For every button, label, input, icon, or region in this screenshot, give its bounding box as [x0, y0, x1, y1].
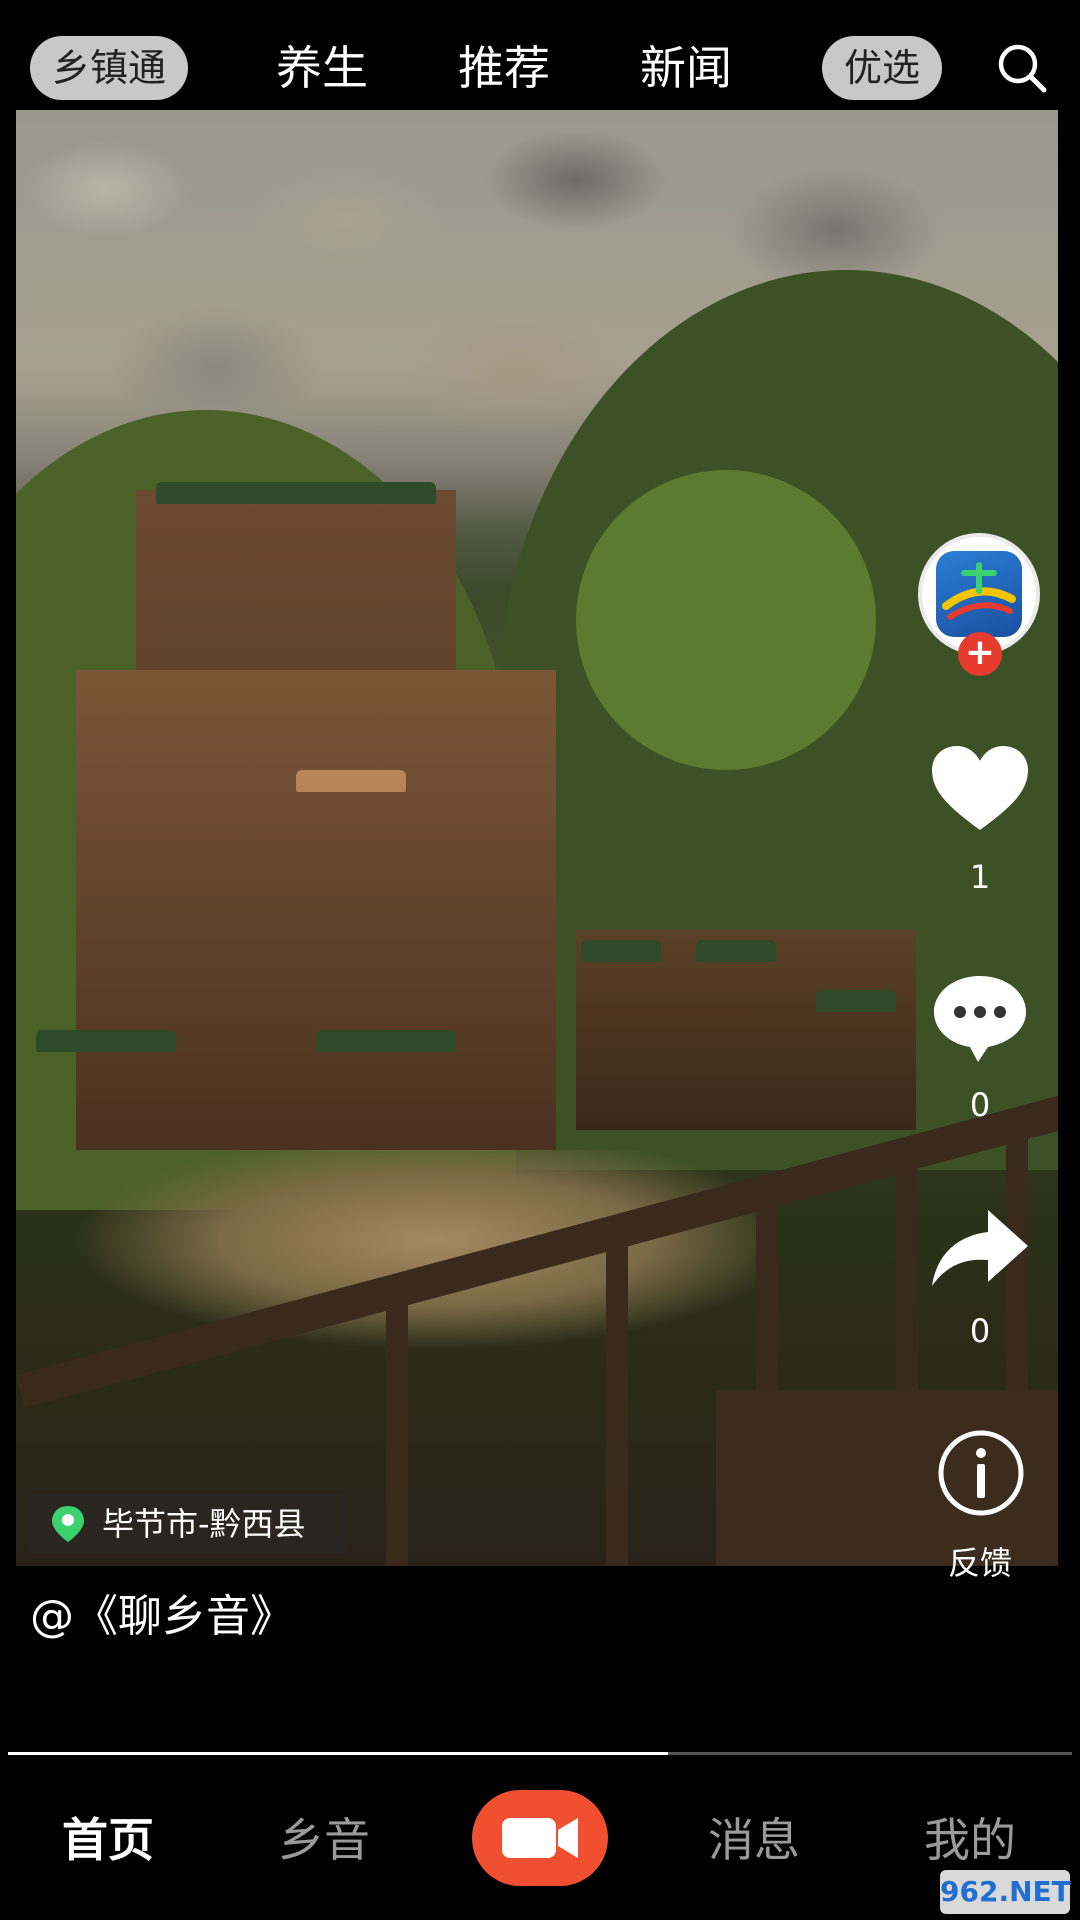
- video-player[interactable]: [16, 110, 1058, 1566]
- video-roof: [156, 482, 436, 504]
- video-temple-lower: [76, 670, 556, 1150]
- follow-button[interactable]: +: [958, 632, 1002, 676]
- video-roof: [816, 990, 896, 1012]
- tab-xinwen[interactable]: 新闻: [640, 36, 732, 100]
- author-logo: [936, 551, 1022, 637]
- nav-home[interactable]: 首页: [62, 1810, 154, 1870]
- video-railing-post: [606, 1240, 628, 1566]
- share-count: 0: [969, 1312, 991, 1350]
- tab-tuijian[interactable]: 推荐: [458, 36, 550, 100]
- video-progress-fill: [8, 1752, 668, 1755]
- location-pin-icon: [52, 1506, 84, 1542]
- video-caption[interactable]: @《聊乡音》: [30, 1580, 294, 1644]
- comment-count: 0: [969, 1086, 991, 1124]
- nav-mine[interactable]: 我的: [924, 1810, 1016, 1870]
- tab-yangsheng[interactable]: 养生: [276, 36, 368, 100]
- feedback-label[interactable]: 反馈: [930, 1538, 1030, 1584]
- video-courtyard: [76, 1150, 776, 1350]
- feedback-info-icon[interactable]: [936, 1428, 1026, 1518]
- tab-xiangzhentong[interactable]: 乡镇通: [30, 36, 188, 100]
- nav-messages[interactable]: 消息: [708, 1810, 800, 1870]
- video-camera-icon: [502, 1818, 578, 1858]
- like-heart-icon[interactable]: [930, 744, 1030, 834]
- video-railing-post: [386, 1300, 408, 1566]
- video-roof: [296, 770, 406, 792]
- tab-youxuan[interactable]: 优选: [822, 36, 942, 100]
- share-arrow-icon[interactable]: [930, 1206, 1030, 1290]
- nav-xiangyin[interactable]: 乡音: [278, 1810, 370, 1870]
- location-tag[interactable]: 毕节市-黔西县: [28, 1494, 348, 1554]
- like-count: 1: [969, 858, 991, 896]
- video-roof: [581, 940, 661, 962]
- comment-icon[interactable]: [930, 972, 1030, 1064]
- logo-icon: [942, 562, 1016, 620]
- video-green-slope: [576, 470, 876, 770]
- video-roof: [696, 940, 776, 962]
- location-label: 毕节市-黔西县: [102, 1505, 306, 1543]
- video-roof: [36, 1030, 176, 1052]
- search-icon[interactable]: [996, 42, 1048, 94]
- video-roof: [316, 1030, 456, 1052]
- top-nav: 乡镇通 养生 推荐 新闻 优选: [0, 0, 1080, 110]
- video-progress-bar[interactable]: [8, 1752, 1072, 1755]
- site-watermark: 962.NET: [940, 1870, 1071, 1914]
- record-button[interactable]: [472, 1790, 608, 1886]
